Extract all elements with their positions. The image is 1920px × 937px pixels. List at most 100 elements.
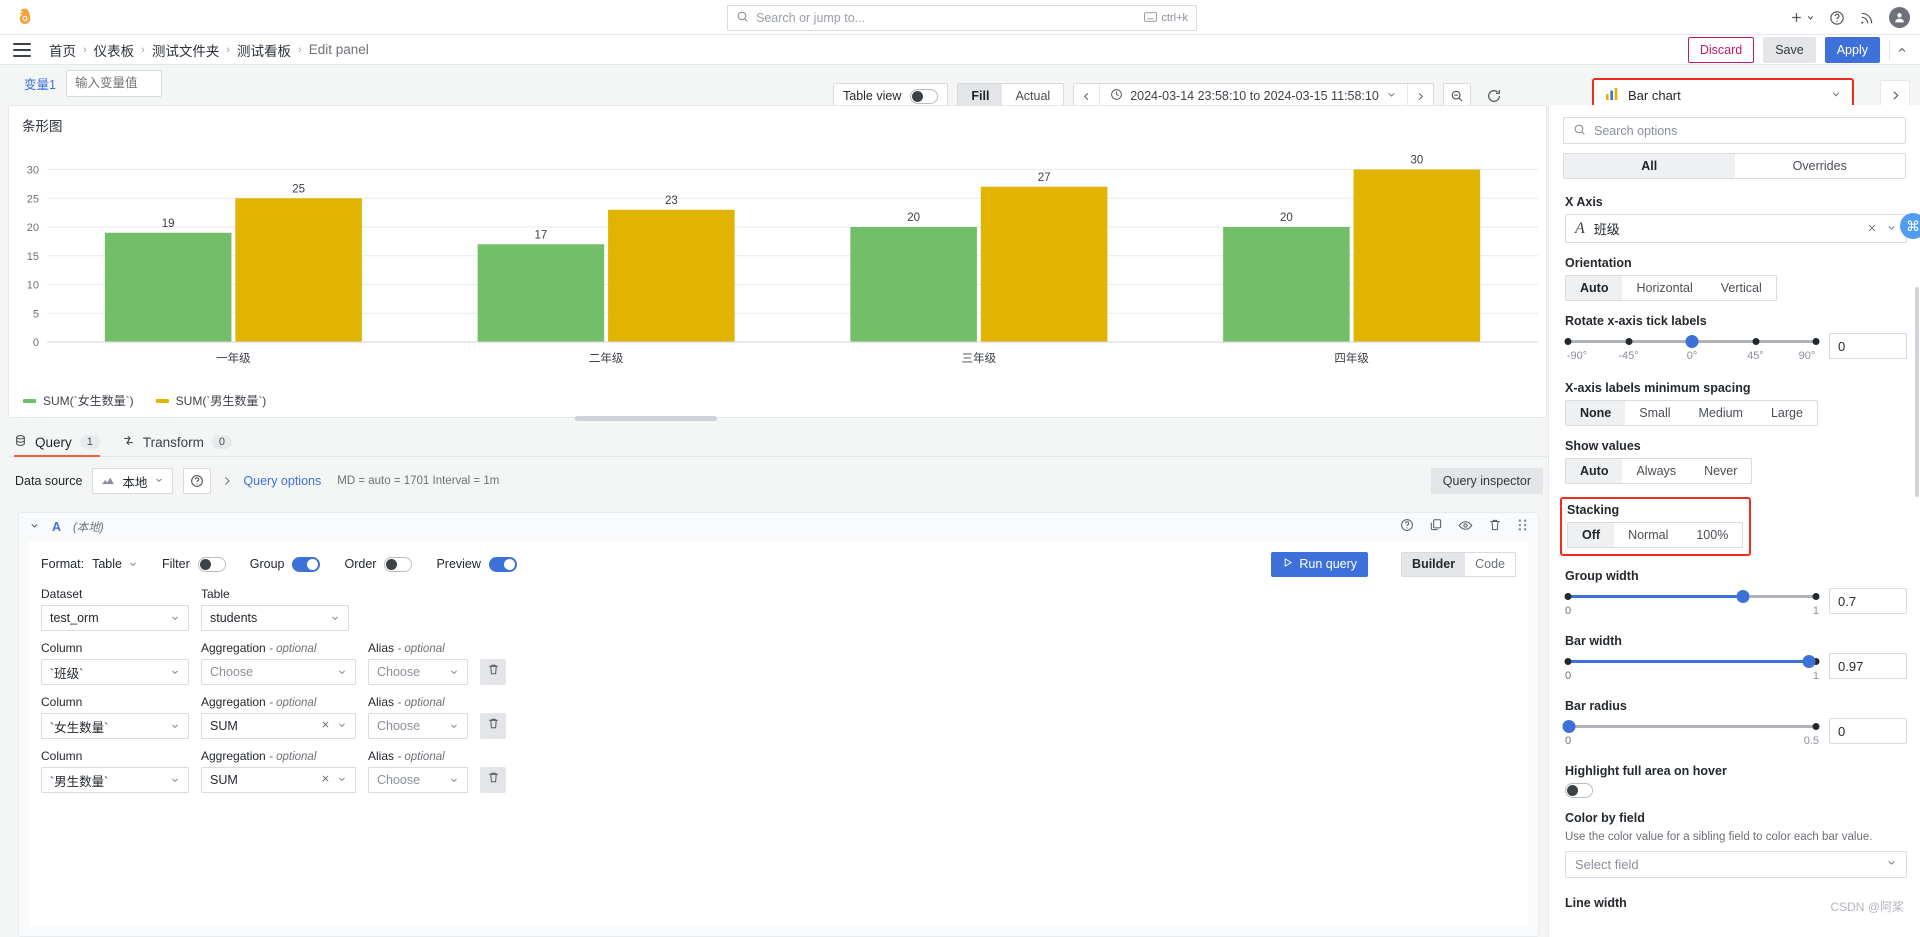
code-tab[interactable]: Code [1465, 553, 1515, 576]
aggregation-clear[interactable] [321, 774, 347, 787]
query-refid[interactable]: A [52, 520, 61, 534]
tab-query[interactable]: Query 1 [14, 434, 100, 457]
breadcrumb-item-dashboard[interactable]: 测试看板 [237, 40, 291, 60]
bar-radius-value[interactable]: 0 [1829, 718, 1907, 744]
hamburger-menu-icon[interactable] [13, 42, 31, 57]
help-circle-icon[interactable] [1400, 518, 1414, 536]
breadcrumb-item-folder[interactable]: 测试文件夹 [152, 40, 220, 60]
panel-horizontal-scrollbar[interactable] [575, 416, 717, 421]
query-options-button[interactable]: Query options [243, 474, 321, 488]
alias-select[interactable]: Choose [368, 767, 468, 793]
show-values-option-always[interactable]: Always [1622, 459, 1690, 483]
eye-icon[interactable] [1458, 518, 1473, 536]
bar-width-slider[interactable]: 0 1 [1564, 653, 1820, 683]
rotate-labels-value[interactable]: 0 [1829, 333, 1907, 359]
aggregation-select[interactable]: Choose [201, 659, 356, 685]
data-source-help-icon[interactable] [183, 468, 212, 494]
spacing-option-none[interactable]: None [1566, 401, 1626, 425]
color-by-field-select[interactable]: Select field [1565, 850, 1907, 878]
delete-column-button[interactable] [480, 767, 506, 793]
orientation-option-auto[interactable]: Auto [1566, 276, 1623, 300]
chart-bar[interactable] [1353, 169, 1481, 343]
chevron-up-icon[interactable] [1889, 39, 1908, 60]
bar-radius-slider[interactable]: 0 0.5 [1562, 718, 1820, 748]
avatar[interactable] [1889, 7, 1910, 28]
orientation-option-horizontal[interactable]: Horizontal [1622, 276, 1706, 300]
aggregation-clear[interactable] [321, 720, 347, 733]
spacing-option-small[interactable]: Small [1625, 401, 1684, 425]
aggregation-select[interactable]: SUM [201, 767, 356, 793]
tab-overrides[interactable]: Overrides [1735, 154, 1906, 178]
spacing-option-medium[interactable]: Medium [1685, 401, 1757, 425]
data-source-picker[interactable]: 本地 [92, 468, 174, 494]
chevron-down-icon[interactable] [1886, 222, 1897, 236]
show-values-option-auto[interactable]: Auto [1566, 459, 1623, 483]
show-values-option-never[interactable]: Never [1690, 459, 1751, 483]
highlight-hover-toggle[interactable] [1565, 783, 1593, 798]
close-icon[interactable] [1867, 222, 1877, 236]
command-palette-icon[interactable]: ⌘ [1900, 213, 1920, 239]
apply-button[interactable]: Apply [1824, 36, 1880, 63]
chart-bar[interactable] [850, 227, 977, 342]
legend-item-female[interactable]: SUM(`女生数量`) [23, 392, 134, 409]
format-select[interactable]: Table [92, 557, 138, 571]
options-search-input[interactable]: Search options [1563, 117, 1906, 144]
slider-knob[interactable] [1685, 335, 1699, 348]
breadcrumb-item-dashboards[interactable]: 仪表板 [94, 40, 135, 60]
chart-bar[interactable] [1223, 227, 1350, 342]
builder-tab[interactable]: Builder [1402, 552, 1466, 576]
table-view-switch[interactable] [910, 88, 939, 104]
aggregation-select[interactable]: SUM [201, 713, 356, 739]
discard-button[interactable]: Discard [1687, 36, 1755, 63]
rss-icon[interactable] [1859, 10, 1875, 26]
help-circle-icon[interactable] [1829, 10, 1845, 26]
filter-toggle[interactable] [197, 556, 226, 572]
preview-toggle[interactable] [488, 556, 517, 572]
query-options-expand-icon[interactable] [221, 475, 233, 487]
delete-column-button[interactable] [480, 713, 506, 739]
spacing-option-large[interactable]: Large [1757, 401, 1817, 425]
x-axis-select[interactable]: A 班级 [1565, 214, 1907, 243]
alias-select[interactable]: Choose [368, 659, 468, 685]
delete-column-button[interactable] [480, 659, 506, 685]
drag-handle-icon[interactable] [1517, 518, 1528, 536]
table-select[interactable]: students [201, 605, 349, 631]
duplicate-icon[interactable] [1429, 518, 1443, 536]
orientation-option-vertical[interactable]: Vertical [1707, 276, 1776, 300]
options-pane-scrollbar[interactable] [1915, 287, 1919, 497]
stacking-option-100[interactable]: 100% [1682, 523, 1742, 547]
chart-bar[interactable] [477, 244, 605, 342]
alias-select[interactable]: Choose [368, 713, 468, 739]
slider-knob[interactable] [1562, 720, 1576, 733]
legend-item-male[interactable]: SUM(`男生数量`) [155, 392, 266, 409]
rotate-labels-slider[interactable]: -90° -45° 0° 45° 90° [1564, 333, 1820, 363]
query-inspector-button[interactable]: Query inspector [1430, 468, 1543, 494]
column-select[interactable]: `班级` [41, 659, 189, 685]
stacking-option-off[interactable]: Off [1568, 523, 1615, 547]
slider-knob[interactable] [1736, 590, 1750, 603]
column-select[interactable]: `男生数量` [41, 767, 189, 793]
save-button[interactable]: Save [1763, 36, 1816, 63]
stacking-option-normal[interactable]: Normal [1614, 523, 1682, 547]
chart-bar[interactable] [980, 186, 1108, 342]
slider-knob[interactable] [1802, 655, 1816, 668]
tab-transform[interactable]: Transform 0 [122, 434, 233, 456]
chart-bar[interactable] [235, 198, 362, 342]
run-query-button[interactable]: Run query [1271, 551, 1369, 577]
bar-chart[interactable]: 0 5 10 15 20 25 30 19 25 一年级 17 23 二年级 20 27 三年级 20 30 四年级 [9, 136, 1548, 382]
plus-icon[interactable] [1789, 10, 1815, 25]
tab-all[interactable]: All [1564, 154, 1735, 178]
group-width-slider[interactable]: 0 1 [1564, 588, 1820, 618]
bar-width-value[interactable]: 0.97 [1829, 653, 1907, 679]
chart-bar[interactable] [104, 232, 232, 342]
column-select[interactable]: `女生数量` [41, 713, 189, 739]
chart-bar[interactable] [608, 209, 735, 342]
chevron-down-icon[interactable] [29, 520, 40, 534]
breadcrumb-item-home[interactable]: 首页 [49, 40, 76, 60]
global-search-input[interactable]: Search or jump to... ctrl+k [727, 5, 1197, 31]
group-width-value[interactable]: 0.7 [1829, 588, 1907, 614]
group-toggle[interactable] [292, 556, 321, 572]
trash-icon[interactable] [1488, 518, 1502, 536]
variable-input[interactable] [65, 69, 162, 97]
grafana-logo-icon[interactable] [14, 6, 36, 28]
